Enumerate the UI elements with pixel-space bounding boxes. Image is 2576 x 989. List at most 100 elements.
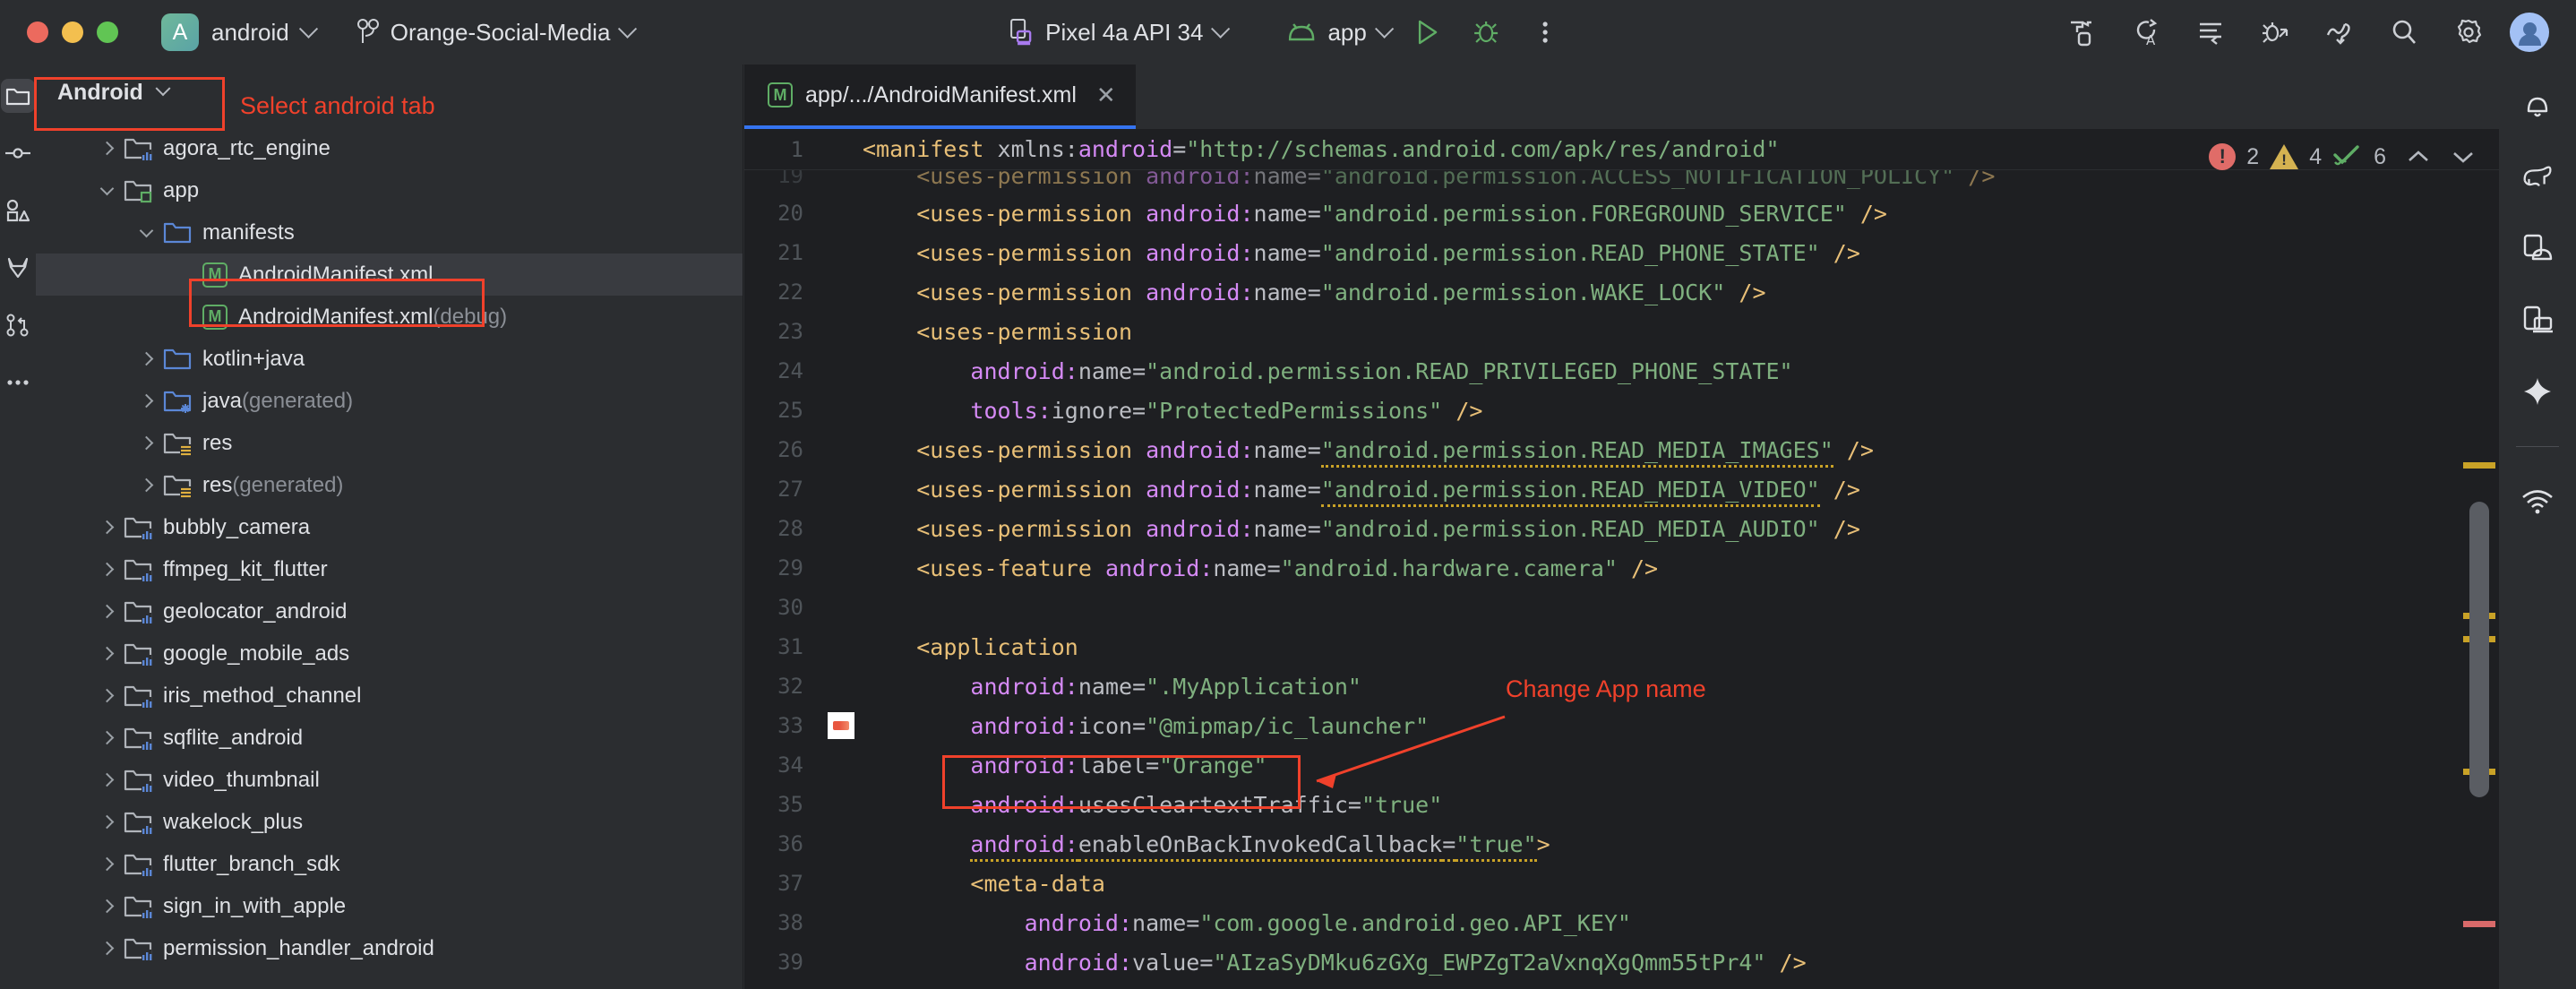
sidebar-item-commit[interactable]	[1, 136, 35, 170]
search-everywhere-button[interactable]	[2381, 9, 2427, 56]
chevron-right-icon[interactable]	[93, 606, 120, 616]
tree-folder-item[interactable]: sqflite_android	[36, 717, 743, 759]
tree-folder-item[interactable]: java (generated)	[36, 380, 743, 422]
project-selector[interactable]: A android	[161, 13, 315, 51]
code-line[interactable]: 35 android:usesCleartextTraffic="true"	[744, 785, 2499, 824]
tree-folder-item[interactable]: google_mobile_ads	[36, 632, 743, 675]
code-line[interactable]: 37 <meta-data	[744, 864, 2499, 903]
tree-folder-item[interactable]: wakelock_plus	[36, 801, 743, 843]
chevron-right-icon[interactable]	[133, 480, 159, 490]
sidebar-item-project[interactable]	[1, 79, 35, 113]
sidebar-item-running-devices[interactable]	[2520, 303, 2555, 337]
build-button[interactable]	[2058, 9, 2105, 56]
sidebar-item-more[interactable]	[1, 366, 35, 400]
tree-folder-item[interactable]: agora_rtc_engine	[36, 127, 743, 169]
tree-folder-item[interactable]: bubbly_camera	[36, 506, 743, 548]
code-line[interactable]: 30	[744, 588, 2499, 627]
chevron-right-icon[interactable]	[93, 691, 120, 701]
chevron-right-icon[interactable]	[133, 438, 159, 448]
chevron-down-icon[interactable]	[133, 230, 159, 236]
code-with-me-button[interactable]: A	[2123, 9, 2169, 56]
tree-folder-item[interactable]: sign_in_with_apple	[36, 885, 743, 927]
tree-folder-item[interactable]: manifests	[36, 211, 743, 254]
run-configuration-selector[interactable]: app	[1286, 19, 1390, 47]
vcs-branch-selector[interactable]: Orange-Social-Media	[356, 18, 635, 47]
chevron-right-icon[interactable]	[93, 817, 120, 827]
sidebar-item-device-manager[interactable]	[2520, 231, 2555, 265]
code-line[interactable]: 38 android:name="com.google.android.geo.…	[744, 903, 2499, 942]
logcat-button[interactable]	[2187, 9, 2234, 56]
tree-folder-item[interactable]: kotlin+java	[36, 338, 743, 380]
minimize-window-button[interactable]	[62, 22, 83, 43]
more-run-options-button[interactable]	[1522, 9, 1568, 56]
error-marker[interactable]	[2463, 921, 2495, 927]
chevron-down-icon[interactable]	[93, 188, 120, 194]
tree-folder-item[interactable]: video_thumbnail	[36, 759, 743, 801]
code-line[interactable]: 39 android:value="AIzaSyDMku6zGXg_EWPZgT…	[744, 942, 2499, 982]
code-line[interactable]: 23 <uses-permission	[744, 312, 2499, 351]
editor-tab-androidmanifest[interactable]: M app/.../AndroidManifest.xml ✕	[744, 64, 1136, 129]
editor-scrollbar[interactable]	[2460, 170, 2499, 989]
chevron-right-icon[interactable]	[93, 733, 120, 743]
chevron-right-icon[interactable]	[93, 859, 120, 869]
code-line[interactable]: 34 android:label="Orange"	[744, 745, 2499, 785]
code-line[interactable]: 27 <uses-permission android:name="androi…	[744, 469, 2499, 509]
tree-folder-item[interactable]: app	[36, 169, 743, 211]
chevron-right-icon[interactable]	[93, 775, 120, 785]
run-button[interactable]	[1404, 9, 1450, 56]
sidebar-item-resource-manager[interactable]	[1, 194, 35, 228]
sidebar-item-gemini[interactable]	[2520, 374, 2555, 408]
device-selector[interactable]: Pixel 4a API 34	[1008, 17, 1227, 47]
code-line[interactable]: 25 tools:ignore="ProtectedPermissions" /…	[744, 391, 2499, 430]
code-line[interactable]: 24 android:name="android.permission.READ…	[744, 351, 2499, 391]
settings-button[interactable]	[2445, 9, 2492, 56]
tree-file-item[interactable]: MAndroidManifest.xml (debug)	[36, 296, 743, 338]
chevron-right-icon[interactable]	[93, 564, 120, 574]
code-line[interactable]: 31 <application	[744, 627, 2499, 666]
chevron-right-icon[interactable]	[133, 354, 159, 364]
close-window-button[interactable]	[27, 22, 48, 43]
project-tree[interactable]: agora_rtc_engineappmanifestsMAndroidMani…	[36, 120, 743, 969]
maximize-window-button[interactable]	[97, 22, 118, 43]
code-line[interactable]: 33 android:icon="@mipmap/ic_launcher"	[744, 706, 2499, 745]
chevron-right-icon[interactable]	[93, 901, 120, 911]
debug-button[interactable]	[1463, 9, 1509, 56]
tree-folder-item[interactable]: ffmpeg_kit_flutter	[36, 548, 743, 590]
tree-folder-item[interactable]: flutter_branch_sdk	[36, 843, 743, 885]
sidebar-item-gradle[interactable]	[2520, 159, 2555, 194]
sidebar-item-gitlab[interactable]	[1, 251, 35, 285]
sidebar-item-network-inspector[interactable]	[2520, 485, 2555, 519]
tree-folder-item[interactable]: geolocator_android	[36, 590, 743, 632]
tree-folder-item[interactable]: iris_method_channel	[36, 675, 743, 717]
code-line[interactable]: 36 android:enableOnBackInvokedCallback="…	[744, 824, 2499, 864]
user-avatar-icon[interactable]	[2510, 13, 2549, 52]
code-line[interactable]: 28 <uses-permission android:name="androi…	[744, 509, 2499, 548]
chevron-right-icon[interactable]	[93, 649, 120, 658]
chevron-right-icon[interactable]	[93, 522, 120, 532]
chevron-right-icon[interactable]	[93, 943, 120, 953]
close-icon[interactable]: ✕	[1096, 82, 1116, 109]
tree-folder-item[interactable]: permission_handler_android	[36, 927, 743, 969]
scrollbar-thumb[interactable]	[2469, 502, 2489, 797]
app-inspection-button[interactable]	[2252, 9, 2298, 56]
chevron-right-icon[interactable]	[133, 396, 159, 406]
inspection-widget[interactable]: ! 2 4 6	[2209, 143, 2476, 170]
warning-marker[interactable]	[2463, 462, 2495, 469]
sidebar-item-notifications[interactable]	[2520, 88, 2555, 122]
chevron-right-icon[interactable]	[93, 143, 120, 153]
code-lines[interactable]: 19 <uses-permission android:name="androi…	[744, 129, 2499, 989]
tree-file-item[interactable]: MAndroidManifest.xml	[36, 254, 743, 296]
launcher-thumbnail-icon[interactable]	[820, 712, 863, 739]
code-line[interactable]: 26 <uses-permission android:name="androi…	[744, 430, 2499, 469]
tree-folder-item[interactable]: res	[36, 422, 743, 464]
code-line[interactable]: 21 <uses-permission android:name="androi…	[744, 233, 2499, 272]
sidebar-item-pull-requests[interactable]	[1, 308, 35, 342]
chevron-down-icon[interactable]	[2451, 148, 2476, 166]
profiler-button[interactable]	[2316, 9, 2363, 56]
code-line[interactable]: 29 <uses-feature android:name="android.h…	[744, 548, 2499, 588]
chevron-up-icon[interactable]	[2406, 148, 2431, 166]
window-controls[interactable]	[0, 22, 118, 43]
tree-folder-item[interactable]: res (generated)	[36, 464, 743, 506]
code-line[interactable]: 22 <uses-permission android:name="androi…	[744, 272, 2499, 312]
code-line[interactable]: 20 <uses-permission android:name="androi…	[744, 194, 2499, 233]
